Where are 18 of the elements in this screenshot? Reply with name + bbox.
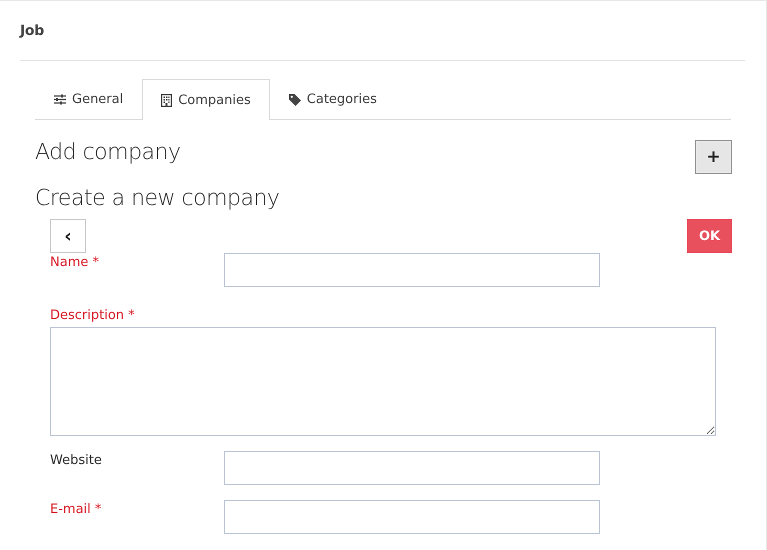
field-label: Description * [50, 307, 136, 323]
form-heading: Create a new company [35, 186, 280, 211]
field-label: E-mail * [50, 501, 102, 517]
sliders-icon [54, 94, 66, 105]
tag-icon [288, 94, 301, 106]
add-button[interactable]: + [695, 140, 732, 174]
section-heading: Add company [35, 140, 180, 165]
field-label: Website [50, 452, 103, 468]
text-area[interactable] [50, 327, 716, 436]
ok-button[interactable]: OK [687, 219, 732, 253]
field-label: Name * [50, 254, 100, 270]
input-field[interactable] [224, 253, 600, 287]
panel-title: Job [20, 22, 44, 38]
back-button[interactable]: ‹ [50, 219, 86, 253]
input-field[interactable] [224, 451, 600, 485]
building-icon [161, 94, 172, 106]
tab[interactable]: Companies [142, 79, 270, 120]
input-field[interactable] [224, 500, 600, 534]
